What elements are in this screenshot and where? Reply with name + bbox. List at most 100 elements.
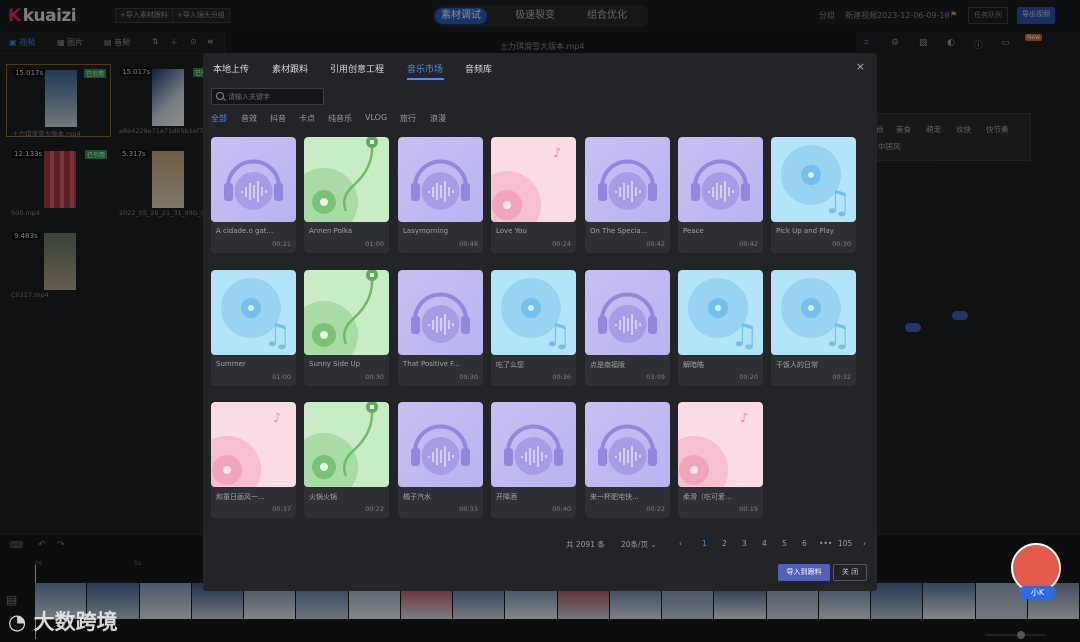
track-title: 解暗皓: [683, 361, 704, 369]
track-duration: 00:37: [272, 505, 291, 513]
svg-text:♫: ♫: [263, 316, 292, 354]
tab-audio-library[interactable]: 音频库: [465, 62, 492, 75]
page-1[interactable]: 1: [702, 539, 707, 548]
tab-creative-project[interactable]: 引用创意工程: [330, 62, 384, 75]
search-input[interactable]: [228, 91, 320, 103]
track-cover: ♫: [771, 137, 856, 222]
track-cover: ♫: [491, 270, 576, 355]
watermark-logo-icon: ◔: [8, 610, 34, 634]
page-ellipsis[interactable]: •••: [819, 539, 832, 548]
track-card[interactable]: ♫ Pick Up and Play 00:30: [771, 137, 856, 253]
track-cover: ♪: [491, 137, 576, 222]
page-3[interactable]: 3: [742, 539, 747, 548]
page-6[interactable]: 6: [802, 539, 807, 548]
track-cover: ♫: [211, 270, 296, 355]
import-dialog: 本地上传 素材跟料 引用创意工程 音乐市场 音频库 × 全部 音效 抖音 卡点 …: [203, 53, 877, 591]
tab-material[interactable]: 素材跟料: [272, 62, 308, 75]
track-cover: [304, 270, 389, 355]
tab-local-upload[interactable]: 本地上传: [213, 62, 249, 75]
track-cover: ♪: [678, 402, 763, 487]
assistant-label[interactable]: 小K: [1019, 586, 1056, 599]
category-romance[interactable]: 浪漫: [430, 113, 446, 124]
svg-text:♪: ♪: [553, 146, 561, 161]
svg-text:♫: ♫: [823, 183, 852, 221]
track-card[interactable]: ♪ 和童日画风一... 00:37: [211, 402, 296, 518]
track-duration: 00:21: [272, 240, 291, 248]
page-105[interactable]: 105: [838, 539, 852, 548]
track-duration: 00:42: [739, 240, 758, 248]
svg-text:♪: ♪: [740, 411, 748, 426]
track-card[interactable]: Lasymorning 00:48: [398, 137, 483, 253]
track-card[interactable]: Annen Polka 01:00: [304, 137, 389, 253]
track-cover: [585, 402, 670, 487]
track-cover: [678, 137, 763, 222]
close-icon[interactable]: ×: [856, 60, 865, 73]
category-sfx[interactable]: 音效: [241, 113, 257, 124]
track-title: 来一杯肥宅快...: [590, 493, 639, 501]
track-card[interactable]: ♫ 干饭人的日常 00:32: [771, 270, 856, 386]
app-root: Kkuaizi +导入素材跟料 +导入镜头分组 素材调试 极速裂变 组合优化 分…: [0, 0, 1080, 642]
track-card[interactable]: 橘子汽水 00:33: [398, 402, 483, 518]
track-duration: 00:36: [552, 373, 571, 381]
category-douyin[interactable]: 抖音: [270, 113, 286, 124]
track-duration: 00:33: [459, 505, 478, 513]
track-card[interactable]: 来一杯肥宅快... 00:22: [585, 402, 670, 518]
track-cover: [585, 270, 670, 355]
track-cover: ♫: [771, 270, 856, 355]
track-cover: [304, 402, 389, 487]
track-card[interactable]: Peace 00:42: [678, 137, 763, 253]
track-card[interactable]: 开降酒 00:40: [491, 402, 576, 518]
track-cover: [585, 137, 670, 222]
next-page-icon[interactable]: ›: [863, 539, 866, 548]
track-duration: 00:42: [646, 240, 665, 248]
track-duration: 00:20: [739, 373, 758, 381]
prev-page-icon[interactable]: ‹: [679, 539, 682, 548]
track-title: 开降酒: [496, 493, 517, 501]
track-card[interactable]: 火锅火锅 00:22: [304, 402, 389, 518]
tab-music-market[interactable]: 音乐市场: [407, 62, 443, 75]
track-card[interactable]: A cidade.o gat... 00:21: [211, 137, 296, 253]
svg-text:♪: ♪: [273, 411, 281, 426]
track-card[interactable]: Sunny Side Up 00:30: [304, 270, 389, 386]
track-duration: 01:00: [272, 373, 291, 381]
import-button[interactable]: 导入到跟料: [778, 564, 830, 581]
close-button[interactable]: 关 闭: [833, 564, 867, 581]
active-tab-indicator: [407, 78, 444, 80]
page-5[interactable]: 5: [782, 539, 787, 548]
category-beat[interactable]: 卡点: [299, 113, 315, 124]
track-card[interactable]: ♪ Love You 00:24: [491, 137, 576, 253]
track-cover: [398, 402, 483, 487]
track-card[interactable]: ♫ Summer 01:00: [211, 270, 296, 386]
track-card[interactable]: ♫ 解暗皓 00:20: [678, 270, 763, 386]
chevron-down-icon: ⌄: [650, 540, 657, 549]
track-duration: 00:24: [552, 240, 571, 248]
track-title: Annen Polka: [309, 227, 353, 235]
page-2[interactable]: 2: [722, 539, 727, 548]
category-all[interactable]: 全部: [211, 113, 227, 124]
track-title: 和童日画风一...: [216, 493, 265, 501]
track-duration: 00:32: [832, 373, 851, 381]
track-title: Love You: [496, 227, 527, 235]
track-card[interactable]: ♪ 柔滑（吃可爱... 00:19: [678, 402, 763, 518]
total-count: 共 2091 条: [566, 540, 605, 549]
track-card[interactable]: That Positive F... 00:30: [398, 270, 483, 386]
track-cover: [491, 402, 576, 487]
category-travel[interactable]: 旅行: [400, 113, 416, 124]
page-4[interactable]: 4: [762, 539, 767, 548]
track-cover: ♫: [678, 270, 763, 355]
track-title: 火锅火锅: [309, 493, 337, 501]
track-cover: [398, 137, 483, 222]
track-card[interactable]: 点是南福阪 03:09: [585, 270, 670, 386]
category-vlog[interactable]: VLOG: [365, 113, 387, 122]
track-card[interactable]: On The Specia... 00:42: [585, 137, 670, 253]
track-title: Peace: [683, 227, 704, 235]
track-title: 干饭人的日常: [776, 361, 818, 369]
track-title: Lasymorning: [403, 227, 449, 235]
track-title: On The Specia...: [590, 227, 648, 235]
track-title: 点是南福阪: [590, 361, 625, 369]
track-duration: 03:09: [646, 373, 665, 381]
track-title: Pick Up and Play: [776, 227, 834, 235]
track-card[interactable]: ♫ 吃了么您 00:36: [491, 270, 576, 386]
category-pure-music[interactable]: 纯音乐: [328, 113, 352, 124]
page-size-select[interactable]: 20条/页 ⌄: [621, 539, 657, 550]
